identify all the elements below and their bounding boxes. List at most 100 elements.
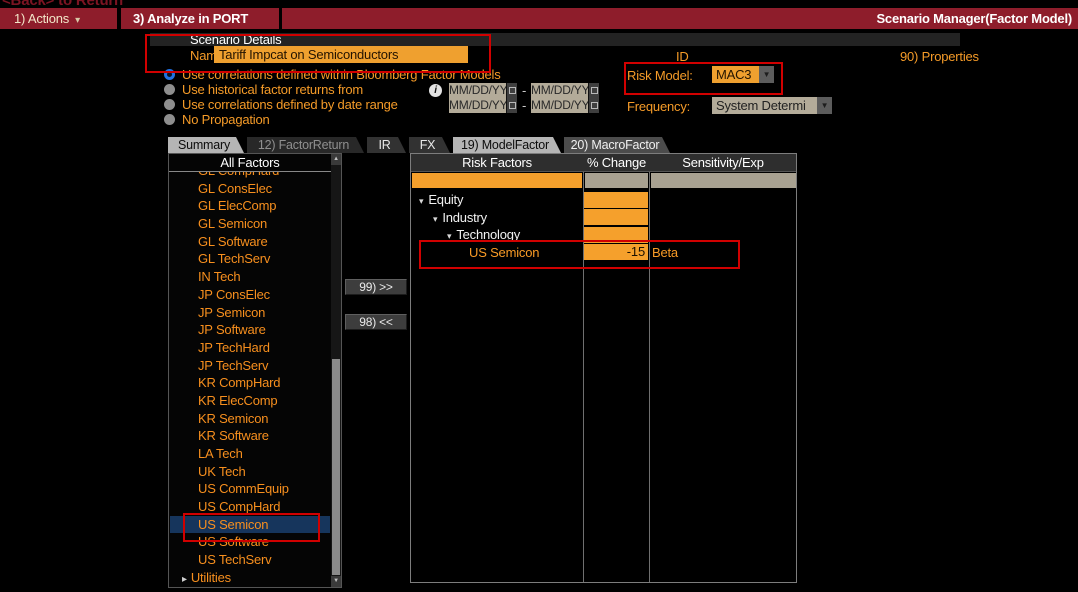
factor-list: GL CompHard GL ConsElec GL ElecComp GL S… <box>170 172 330 586</box>
risk-model-label: Risk Model: <box>627 68 693 83</box>
scroll-up-icon[interactable]: ▲ <box>331 154 341 165</box>
list-item[interactable]: GL TechServ <box>170 250 330 268</box>
back-link-label: <Back> to Return <box>2 0 123 8</box>
change-input-technology[interactable] <box>584 227 648 243</box>
list-item[interactable]: GL Software <box>170 233 330 251</box>
row-label: Equity <box>428 192 463 207</box>
list-item[interactable]: KR Semicon <box>170 410 330 428</box>
list-item[interactable]: KR ElecComp <box>170 392 330 410</box>
chevron-down-icon: ▾ <box>75 15 80 26</box>
scrollbar[interactable]: ▲ ▼ <box>331 154 341 587</box>
remove-factor-button[interactable]: 98) << <box>345 314 407 330</box>
info-icon[interactable]: i <box>429 84 442 97</box>
calendar-icon[interactable] <box>506 98 517 113</box>
list-item[interactable]: JP Software <box>170 321 330 339</box>
table-row-equity[interactable]: ▾ Equity <box>419 191 463 208</box>
scenario-details-title: Scenario Details <box>190 32 281 47</box>
option-label[interactable]: Use correlations defined within Bloomber… <box>182 67 501 82</box>
chevron-down-icon[interactable]: ▼ <box>817 97 832 114</box>
calendar-icon[interactable] <box>588 83 599 98</box>
range-end-date-input[interactable]: MM/DD/YY <box>531 98 588 113</box>
window-title-segment: Scenario Manager(Factor Model) <box>282 8 1078 29</box>
list-item-label: Utilities <box>191 570 231 585</box>
list-item[interactable]: US TechServ <box>170 551 330 569</box>
list-item[interactable]: US CommEquip <box>170 480 330 498</box>
analyze-in-port-button[interactable]: 3) Analyze in PORT <box>121 8 279 29</box>
tab-factorreturn[interactable]: 12) FactorReturn <box>247 137 364 153</box>
scroll-down-icon[interactable]: ▼ <box>331 576 341 587</box>
range-start-date-input[interactable]: MM/DD/YY <box>449 98 506 113</box>
hist-start-date-input[interactable]: MM/DD/YY <box>449 83 506 98</box>
add-factor-button[interactable]: 99) >> <box>345 279 407 295</box>
list-item[interactable]: GL Semicon <box>170 215 330 233</box>
date-separator: - <box>522 98 526 113</box>
tab-fx[interactable]: FX <box>409 137 450 153</box>
hist-end-date-input[interactable]: MM/DD/YY <box>531 83 588 98</box>
radio-no-propagation[interactable] <box>164 114 175 125</box>
list-item-utilities-group[interactable]: ▸Utilities <box>170 569 330 586</box>
option-row-no-propagation: No Propagation <box>164 112 270 127</box>
list-item[interactable]: IN Tech <box>170 268 330 286</box>
radio-bloomberg-correlations[interactable] <box>164 69 175 80</box>
column-header-risk-factors: Risk Factors <box>411 154 583 172</box>
tab-macrofactor[interactable]: 20) MacroFactor <box>564 137 670 153</box>
chevron-down-icon[interactable]: ▼ <box>759 66 774 83</box>
row-label: Industry <box>442 210 487 225</box>
option-row-date-range-correlations: Use correlations defined by date range <box>164 97 398 112</box>
chevron-down-icon: ▾ <box>447 231 451 241</box>
change-input-equity[interactable] <box>584 192 648 208</box>
list-item-us-semicon-selected[interactable]: US Semicon <box>170 516 330 534</box>
window-title: Scenario Manager(Factor Model) <box>876 11 1072 26</box>
actions-button[interactable]: 1) Actions ▾ <box>0 8 117 29</box>
list-item[interactable]: LA Tech <box>170 445 330 463</box>
change-filter-cell[interactable] <box>585 173 648 188</box>
option-row-bloomberg-correlations: Use correlations defined within Bloomber… <box>164 67 501 82</box>
risk-factors-table: Risk Factors % Change Sensitivity/Exp ▾E… <box>410 153 797 583</box>
actions-button-label: 1) Actions <box>14 11 69 26</box>
list-item[interactable]: US Software <box>170 533 330 551</box>
option-row-historical-returns: Use historical factor returns from <box>164 82 363 97</box>
list-item[interactable]: JP TechServ <box>170 357 330 375</box>
risk-model-select[interactable]: MAC3 <box>712 66 760 83</box>
chevron-down-icon: ▾ <box>433 214 437 224</box>
list-item[interactable]: KR CompHard <box>170 374 330 392</box>
list-item[interactable]: JP ConsElec <box>170 286 330 304</box>
list-item[interactable]: KR Software <box>170 427 330 445</box>
sensitivity-filter-cell[interactable] <box>651 173 796 188</box>
option-label[interactable]: Use correlations defined by date range <box>182 97 398 112</box>
scrollbar-thumb[interactable] <box>332 359 340 575</box>
tab-ir[interactable]: IR <box>367 137 406 153</box>
scenario-name-input[interactable]: Tariff Impcat on Semiconductors <box>214 46 468 63</box>
change-input-industry[interactable] <box>584 209 648 225</box>
list-item[interactable]: US CompHard <box>170 498 330 516</box>
list-item[interactable]: JP TechHard <box>170 339 330 357</box>
tab-modelfactor[interactable]: 19) ModelFactor <box>453 137 561 153</box>
menu-bar: 1) Actions ▾ 3) Analyze in PORT Scenario … <box>0 8 1078 30</box>
radio-historical-returns[interactable] <box>164 84 175 95</box>
list-item[interactable]: GL ConsElec <box>170 180 330 198</box>
chevron-down-icon: ▾ <box>419 196 423 206</box>
all-factors-panel: All Factors GL CompHard GL ConsElec GL E… <box>168 153 342 588</box>
id-label: ID <box>676 49 689 64</box>
change-input-us-semicon[interactable]: -15 <box>584 244 648 260</box>
list-item[interactable]: GL CompHard <box>170 172 330 180</box>
list-item[interactable]: GL ElecComp <box>170 197 330 215</box>
radio-date-range-correlations[interactable] <box>164 99 175 110</box>
factor-filter-input[interactable] <box>412 173 582 188</box>
calendar-icon[interactable] <box>506 83 517 98</box>
back-link[interactable]: <Back> to Return <box>0 0 320 8</box>
frequency-select[interactable]: System Determi <box>712 97 818 114</box>
list-item[interactable]: JP Semicon <box>170 304 330 322</box>
row-label: US Semicon <box>469 245 539 260</box>
column-divider <box>649 154 650 582</box>
tab-summary[interactable]: Summary <box>168 137 244 153</box>
table-row-us-semicon[interactable]: US Semicon <box>469 244 539 261</box>
table-row-industry[interactable]: ▾ Industry <box>433 209 487 226</box>
date-separator: - <box>522 83 526 98</box>
calendar-icon[interactable] <box>588 98 599 113</box>
option-label[interactable]: Use historical factor returns from <box>182 82 363 97</box>
option-label[interactable]: No Propagation <box>182 112 270 127</box>
properties-button[interactable]: 90) Properties <box>900 49 979 64</box>
list-item[interactable]: UK Tech <box>170 463 330 481</box>
table-row-technology[interactable]: ▾Technology <box>447 226 520 243</box>
